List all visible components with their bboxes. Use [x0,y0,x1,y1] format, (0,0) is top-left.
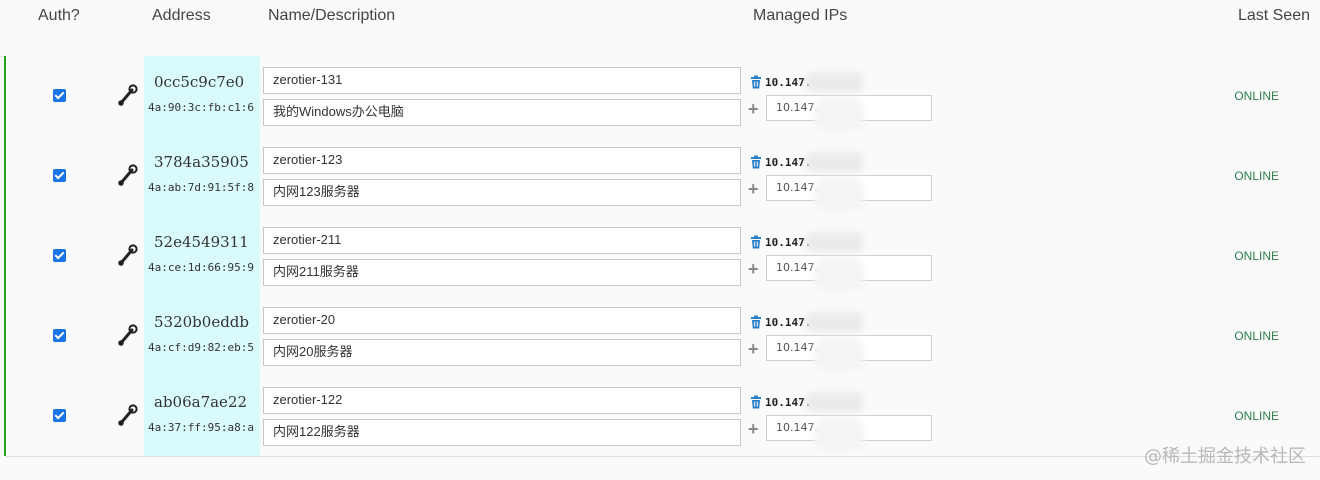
plus-icon[interactable]: + [748,420,759,438]
managed-ip: 10.147. [765,236,812,249]
auth-checkbox[interactable] [53,89,66,102]
header-managed-ips: Managed IPs [753,7,848,24]
redaction-blur [814,338,864,370]
trash-icon[interactable] [750,395,762,409]
trash-icon[interactable] [750,75,762,89]
member-row: 3784a35905 4a:ab:7d:91:5f:8 zerotier-123… [6,136,1320,217]
header-name-description: Name/Description [268,7,396,24]
managed-ip: 10.147. [765,396,812,409]
wrench-icon[interactable] [118,244,138,266]
redaction-blur [814,98,864,130]
status-online: ONLINE [1234,409,1279,423]
node-id: 5320b0eddb [154,313,250,331]
mac-address: 4a:ce:1d:66:95:9 [148,261,254,274]
redaction-blur [806,392,864,412]
members-page: Auth? Address Name/Description Managed I… [0,0,1320,480]
member-name-input[interactable]: zerotier-122 [263,387,741,414]
member-row: 52e4549311 4a:ce:1d:66:95:9 zerotier-211… [6,216,1320,297]
node-id: ab06a7ae22 [154,393,248,411]
address-cell: 3784a35905 4a:ab:7d:91:5f:8 [144,136,260,216]
node-id: 0cc5c9c7e0 [154,73,245,91]
wrench-icon[interactable] [118,84,138,106]
status-online: ONLINE [1234,169,1279,183]
member-row: 5320b0eddb 4a:cf:d9:82:eb:5 zerotier-20 … [6,296,1320,377]
plus-icon[interactable]: + [748,340,759,358]
mac-address: 4a:37:ff:95:a8:a [148,421,254,434]
member-description-input[interactable]: 内网122服务器 [263,419,741,446]
managed-ip: 10.147. [765,156,812,169]
redaction-blur [806,232,864,252]
node-id: 52e4549311 [154,233,249,251]
address-cell: ab06a7ae22 4a:37:ff:95:a8:a [144,376,260,456]
member-name-input[interactable]: zerotier-20 [263,307,741,334]
managed-ip: 10.147. [765,316,812,329]
member-name-input[interactable]: zerotier-211 [263,227,741,254]
members-table-header: Auth? Address Name/Description Managed I… [0,0,1320,57]
member-description-input[interactable]: 内网211服务器 [263,259,741,286]
trash-icon[interactable] [750,315,762,329]
trash-icon[interactable] [750,155,762,169]
plus-icon[interactable]: + [748,260,759,278]
address-cell: 0cc5c9c7e0 4a:90:3c:fb:c1:6 [144,56,260,136]
member-row: ab06a7ae22 4a:37:ff:95:a8:a zerotier-122… [6,376,1320,457]
redaction-blur [814,418,864,450]
mac-address: 4a:ab:7d:91:5f:8 [148,181,254,194]
watermark: @稀土掘金技术社区 [1144,446,1306,467]
wrench-icon[interactable] [118,164,138,186]
redaction-blur [814,178,864,210]
member-description-input[interactable]: 内网20服务器 [263,339,741,366]
managed-ip: 10.147. [765,76,812,89]
header-last-seen: Last Seen [1237,7,1310,24]
auth-checkbox[interactable] [53,169,66,182]
mac-address: 4a:cf:d9:82:eb:5 [148,341,254,354]
redaction-blur [806,312,864,332]
member-name-input[interactable]: zerotier-131 [263,67,741,94]
redaction-blur [814,258,864,290]
redaction-blur [806,152,864,172]
header-address: Address [152,7,211,24]
header-auth: Auth? [38,7,80,24]
address-cell: 5320b0eddb 4a:cf:d9:82:eb:5 [144,296,260,376]
auth-checkbox[interactable] [53,249,66,262]
auth-checkbox[interactable] [53,329,66,342]
trash-icon[interactable] [750,235,762,249]
wrench-icon[interactable] [118,404,138,426]
status-online: ONLINE [1234,329,1279,343]
auth-checkbox[interactable] [53,409,66,422]
address-cell: 52e4549311 4a:ce:1d:66:95:9 [144,216,260,296]
node-id: 3784a35905 [154,153,249,171]
mac-address: 4a:90:3c:fb:c1:6 [148,101,254,114]
plus-icon[interactable]: + [748,180,759,198]
redaction-blur [806,72,864,92]
status-online: ONLINE [1234,249,1279,263]
member-description-input[interactable]: 内网123服务器 [263,179,741,206]
member-name-input[interactable]: zerotier-123 [263,147,741,174]
plus-icon[interactable]: + [748,100,759,118]
member-row: 0cc5c9c7e0 4a:90:3c:fb:c1:6 zerotier-131… [6,56,1320,137]
wrench-icon[interactable] [118,324,138,346]
member-description-input[interactable]: 我的Windows办公电脑 [263,99,741,126]
status-online: ONLINE [1234,89,1279,103]
